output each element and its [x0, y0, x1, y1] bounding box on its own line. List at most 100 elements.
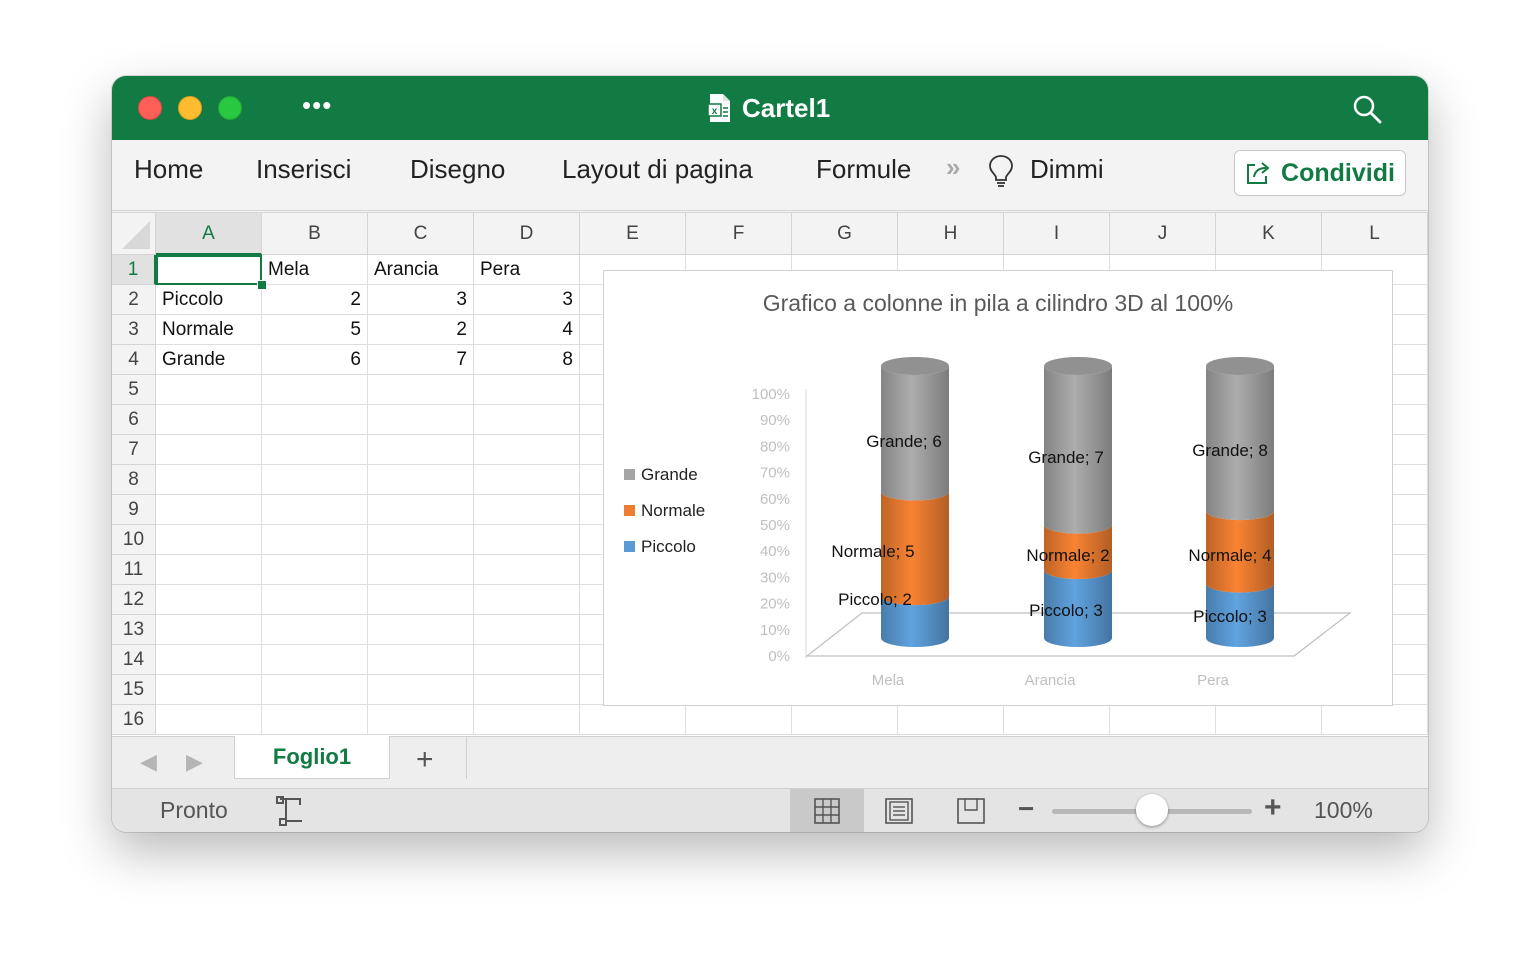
cell-a16[interactable] [156, 705, 262, 735]
cell-k16[interactable] [1216, 705, 1322, 735]
cell-b4[interactable]: 6 [262, 345, 368, 375]
share-button[interactable]: Condividi [1234, 150, 1406, 196]
cell-a12[interactable] [156, 585, 262, 615]
column-header-d[interactable]: D [474, 213, 580, 255]
cell-d3[interactable]: 4 [474, 315, 580, 345]
cell-b6[interactable] [262, 405, 368, 435]
cell-f16[interactable] [686, 705, 792, 735]
cell-d12[interactable] [474, 585, 580, 615]
tab-home[interactable]: Home [134, 154, 203, 185]
zoom-in-button[interactable]: + [1264, 791, 1282, 825]
row-header-1[interactable]: 1 [112, 255, 156, 285]
tab-formule[interactable]: Formule [816, 154, 911, 185]
column-header-c[interactable]: C [368, 213, 474, 255]
zoom-out-button[interactable]: − [1018, 793, 1034, 825]
column-header-l[interactable]: L [1322, 213, 1428, 255]
prev-sheet-arrow-icon[interactable]: ◀ [140, 749, 157, 775]
select-all-corner[interactable] [112, 213, 156, 255]
cell-d14[interactable] [474, 645, 580, 675]
cell-d2[interactable]: 3 [474, 285, 580, 315]
cell-g16[interactable] [792, 705, 898, 735]
minimize-window-button[interactable] [178, 96, 202, 120]
cell-b13[interactable] [262, 615, 368, 645]
cell-d13[interactable] [474, 615, 580, 645]
row-header-8[interactable]: 8 [112, 465, 156, 495]
row-header-14[interactable]: 14 [112, 645, 156, 675]
tell-me-search[interactable]: Dimmi [1030, 154, 1104, 185]
cell-d15[interactable] [474, 675, 580, 705]
macro-recorder-icon[interactable] [274, 795, 308, 827]
cell-a4[interactable]: Grande [156, 345, 262, 375]
cell-c11[interactable] [368, 555, 474, 585]
cell-b3[interactable]: 5 [262, 315, 368, 345]
column-header-h[interactable]: H [898, 213, 1004, 255]
tab-disegno[interactable]: Disegno [410, 154, 505, 185]
cell-a5[interactable] [156, 375, 262, 405]
cell-a6[interactable] [156, 405, 262, 435]
cell-d10[interactable] [474, 525, 580, 555]
row-header-10[interactable]: 10 [112, 525, 156, 555]
spreadsheet-grid[interactable]: A B C D E F G H I J K L 1 Mela Arancia Pera 2 Piccolo 2 3 3 3… [112, 212, 1428, 737]
cell-l16[interactable] [1322, 705, 1428, 735]
cell-c9[interactable] [368, 495, 474, 525]
row-header-2[interactable]: 2 [112, 285, 156, 315]
row-header-6[interactable]: 6 [112, 405, 156, 435]
cell-a8[interactable] [156, 465, 262, 495]
page-break-view-button[interactable] [934, 789, 1008, 832]
cell-b2[interactable]: 2 [262, 285, 368, 315]
cell-b10[interactable] [262, 525, 368, 555]
cell-c6[interactable] [368, 405, 474, 435]
search-icon[interactable] [1352, 94, 1382, 124]
cell-b12[interactable] [262, 585, 368, 615]
cell-j16[interactable] [1110, 705, 1216, 735]
cell-a13[interactable] [156, 615, 262, 645]
cell-c2[interactable]: 3 [368, 285, 474, 315]
zoom-level[interactable]: 100% [1314, 797, 1373, 824]
zoom-slider-thumb[interactable] [1136, 794, 1168, 826]
row-header-3[interactable]: 3 [112, 315, 156, 345]
cell-c16[interactable] [368, 705, 474, 735]
next-sheet-arrow-icon[interactable]: ▶ [186, 749, 203, 775]
cell-c1[interactable]: Arancia [368, 255, 474, 285]
more-options-button[interactable]: ••• [302, 90, 332, 121]
cell-d5[interactable] [474, 375, 580, 405]
row-header-4[interactable]: 4 [112, 345, 156, 375]
cell-d6[interactable] [474, 405, 580, 435]
cell-b14[interactable] [262, 645, 368, 675]
column-header-a[interactable]: A [156, 213, 262, 255]
tab-inserisci[interactable]: Inserisci [256, 154, 351, 185]
tab-layout-di-pagina[interactable]: Layout di pagina [562, 154, 753, 185]
normal-view-button[interactable] [790, 789, 864, 832]
lightbulb-icon[interactable] [988, 154, 1014, 188]
add-sheet-button[interactable]: + [416, 743, 434, 777]
fill-handle[interactable] [257, 280, 267, 290]
cell-d7[interactable] [474, 435, 580, 465]
row-header-13[interactable]: 13 [112, 615, 156, 645]
column-header-g[interactable]: G [792, 213, 898, 255]
zoom-window-button[interactable] [218, 96, 242, 120]
row-header-15[interactable]: 15 [112, 675, 156, 705]
cell-d9[interactable] [474, 495, 580, 525]
column-header-f[interactable]: F [686, 213, 792, 255]
cell-a14[interactable] [156, 645, 262, 675]
cell-a7[interactable] [156, 435, 262, 465]
row-header-9[interactable]: 9 [112, 495, 156, 525]
cell-a2[interactable]: Piccolo [156, 285, 262, 315]
cell-c12[interactable] [368, 585, 474, 615]
cell-c4[interactable]: 7 [368, 345, 474, 375]
column-header-e[interactable]: E [580, 213, 686, 255]
cell-c10[interactable] [368, 525, 474, 555]
cell-b5[interactable] [262, 375, 368, 405]
cell-c3[interactable]: 2 [368, 315, 474, 345]
row-header-12[interactable]: 12 [112, 585, 156, 615]
close-window-button[interactable] [138, 96, 162, 120]
cell-i16[interactable] [1004, 705, 1110, 735]
row-header-5[interactable]: 5 [112, 375, 156, 405]
cell-c8[interactable] [368, 465, 474, 495]
cell-b16[interactable] [262, 705, 368, 735]
cell-a10[interactable] [156, 525, 262, 555]
cell-a11[interactable] [156, 555, 262, 585]
column-header-j[interactable]: J [1110, 213, 1216, 255]
page-layout-view-button[interactable] [862, 789, 936, 832]
cell-a9[interactable] [156, 495, 262, 525]
